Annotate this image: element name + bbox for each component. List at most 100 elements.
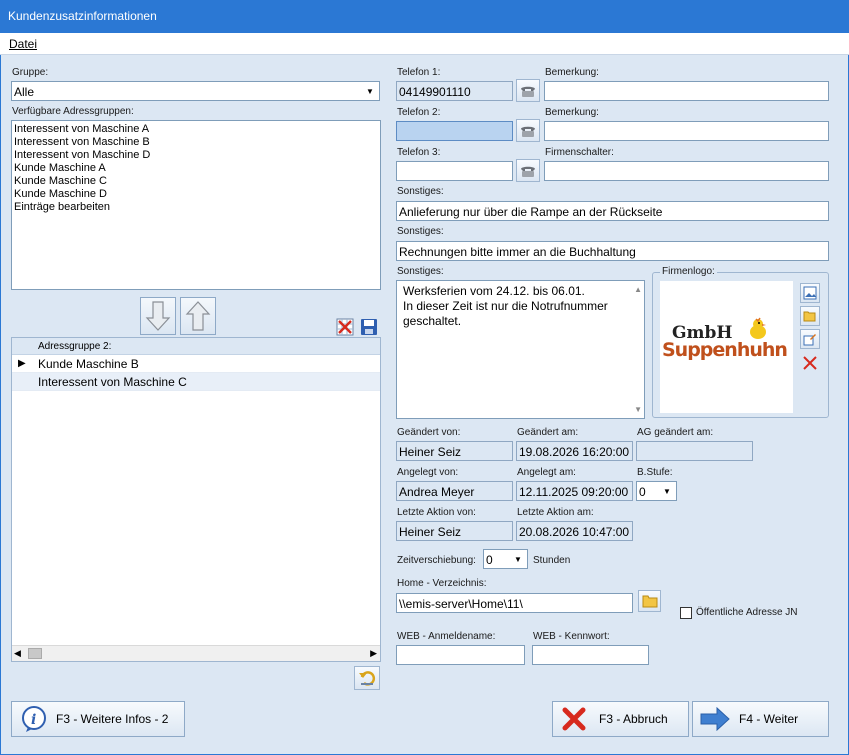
- logo-open-button[interactable]: [800, 306, 820, 326]
- scroll-up-icon[interactable]: ▲: [634, 285, 642, 294]
- firmenschalter-field[interactable]: [544, 161, 829, 181]
- abbruch-label: F3 - Abbruch: [599, 712, 668, 726]
- letzte-von-label: Letzte Aktion von:: [397, 507, 476, 518]
- abbruch-button[interactable]: F3 - Abbruch: [552, 701, 689, 737]
- weitere-infos-label: F3 - Weitere Infos - 2: [56, 712, 169, 726]
- chevron-down-icon[interactable]: ▼: [361, 82, 379, 100]
- undo-button[interactable]: [354, 666, 380, 690]
- edit-image-icon: [803, 334, 816, 346]
- letzte-am-field: 20.08.2026 10:47:00: [516, 521, 633, 541]
- oeffentlich-checkbox[interactable]: [680, 607, 692, 619]
- web-anmeldename-field[interactable]: [396, 645, 525, 665]
- list-item[interactable]: Kunde Maschine C: [12, 175, 380, 188]
- horizontal-scrollbar[interactable]: ◀ ▶: [12, 645, 380, 661]
- weiter-button[interactable]: F4 - Weiter: [692, 701, 829, 737]
- firmenlogo-label: Firmenlogo:: [660, 266, 717, 277]
- textarea-line: Werksferien vom 24.12. bis 06.01.: [403, 284, 585, 298]
- zeitverschiebung-value: 0: [486, 553, 493, 567]
- telefon1-label: Telefon 1:: [397, 67, 441, 78]
- web-name-label: WEB - Anmeldename:: [397, 631, 496, 642]
- firmenschalter-label: Firmenschalter:: [545, 147, 614, 158]
- sonstiges3-textarea[interactable]: Werksferien vom 24.12. bis 06.01. In die…: [396, 280, 645, 419]
- sonstiges2-label: Sonstiges:: [397, 226, 444, 237]
- grid-header: Adressgruppe 2:: [12, 338, 380, 355]
- save-grid-button[interactable]: [360, 318, 378, 336]
- move-down-button[interactable]: [140, 297, 176, 335]
- menu-bar: Datei: [0, 33, 849, 55]
- verfuegbare-adressgruppen-list[interactable]: Interessent von Maschine A Interessent v…: [11, 120, 381, 290]
- firmenlogo-image[interactable]: GmbH Suppenhuhn: [660, 281, 793, 413]
- scroll-right-icon[interactable]: ▶: [370, 648, 377, 659]
- geaendert-am-field: 19.08.2026 16:20:00: [516, 441, 633, 461]
- list-item[interactable]: Interessent von Maschine D: [12, 149, 380, 162]
- bstufe-select[interactable]: 0 ▼: [636, 481, 677, 501]
- sonstiges3-label: Sonstiges:: [397, 266, 444, 277]
- grid-cell: Kunde Maschine B: [38, 357, 139, 371]
- delete-grid-button[interactable]: [336, 318, 354, 336]
- arrow-down-icon: [145, 301, 171, 331]
- sonstiges1-field[interactable]: Anlieferung nur über die Rampe an der Rü…: [396, 201, 829, 221]
- menu-datei[interactable]: Datei: [9, 37, 37, 51]
- dial-telefon2-button[interactable]: [516, 119, 540, 142]
- logo-text-bottom: Suppenhuhn: [662, 339, 788, 361]
- stunden-label: Stunden: [533, 555, 571, 566]
- close-icon: [803, 356, 817, 370]
- weitere-infos-button[interactable]: i F3 - Weitere Infos - 2: [11, 701, 185, 737]
- gruppe-select[interactable]: Alle ▼: [11, 81, 380, 101]
- list-item[interactable]: Interessent von Maschine A: [12, 123, 380, 136]
- bemerkung1-field[interactable]: [544, 81, 829, 101]
- row-pointer-icon: ▶: [18, 358, 26, 369]
- bemerkung2-field[interactable]: [544, 121, 829, 141]
- chick-icon: [750, 317, 766, 339]
- sonstiges2-field[interactable]: Rechnungen bitte immer an die Buchhaltun…: [396, 241, 829, 261]
- bstufe-value: 0: [639, 485, 646, 499]
- dial-telefon1-button[interactable]: [516, 79, 540, 102]
- info-icon: i: [22, 706, 46, 732]
- zeitverschiebung-label: Zeitverschiebung:: [397, 555, 476, 566]
- geaendert-von-label: Geändert von:: [397, 427, 461, 438]
- angelegt-von-field: Andrea Meyer: [396, 481, 513, 501]
- undo-icon: [359, 671, 376, 686]
- geaendert-von-field: Heiner Seiz: [396, 441, 513, 461]
- weiter-label: F4 - Weiter: [739, 712, 799, 726]
- scroll-down-icon[interactable]: ▼: [634, 405, 642, 414]
- ag-geaendert-field: [636, 441, 753, 461]
- list-item[interactable]: Einträge bearbeiten: [12, 201, 380, 214]
- web-pw-label: WEB - Kennwort:: [533, 631, 610, 642]
- ag-geaendert-label: AG geändert am:: [637, 427, 714, 438]
- telefon2-field[interactable]: [396, 121, 513, 141]
- adressgruppe-grid[interactable]: Adressgruppe 2: ▶ Kunde Maschine B Inter…: [11, 337, 381, 662]
- textarea-line: geschaltet.: [403, 314, 462, 328]
- arrow-right-icon: [700, 707, 730, 731]
- angelegt-am-label: Angelegt am:: [517, 467, 576, 478]
- list-item[interactable]: Kunde Maschine D: [12, 188, 380, 201]
- list-item[interactable]: Interessent von Maschine B: [12, 136, 380, 149]
- bstufe-label: B.Stufe:: [637, 467, 673, 478]
- web-kennwort-field[interactable]: [532, 645, 649, 665]
- list-item[interactable]: Kunde Maschine A: [12, 162, 380, 175]
- floppy-disk-icon: [361, 319, 377, 335]
- logo-delete-button[interactable]: [800, 353, 820, 373]
- logo-view-button[interactable]: [800, 283, 820, 303]
- folder-icon: [642, 595, 657, 608]
- zeitverschiebung-select[interactable]: 0 ▼: [483, 549, 528, 569]
- chevron-down-icon[interactable]: ▼: [509, 550, 527, 568]
- table-row[interactable]: Interessent von Maschine C: [12, 373, 380, 391]
- browse-home-button[interactable]: [638, 590, 661, 612]
- letzte-am-label: Letzte Aktion am:: [517, 507, 594, 518]
- dial-telefon3-button[interactable]: [516, 159, 540, 182]
- verfuegbar-label: Verfügbare Adressgruppen:: [12, 106, 134, 117]
- gruppe-label: Gruppe:: [12, 67, 49, 78]
- geaendert-am-label: Geändert am:: [517, 427, 579, 438]
- scroll-left-icon[interactable]: ◀: [14, 648, 21, 659]
- home-verzeichnis-field[interactable]: \\emis-server\Home\11\: [396, 593, 633, 613]
- telefon1-field[interactable]: 04149901110: [396, 81, 513, 101]
- telefon3-field[interactable]: [396, 161, 513, 181]
- table-row[interactable]: ▶ Kunde Maschine B: [12, 355, 380, 373]
- telephone-icon: [521, 166, 535, 177]
- move-up-button[interactable]: [180, 297, 216, 335]
- chevron-down-icon[interactable]: ▼: [658, 482, 676, 500]
- scroll-thumb[interactable]: [28, 648, 42, 659]
- cancel-x-icon: [562, 707, 586, 731]
- logo-edit-button[interactable]: [800, 329, 820, 349]
